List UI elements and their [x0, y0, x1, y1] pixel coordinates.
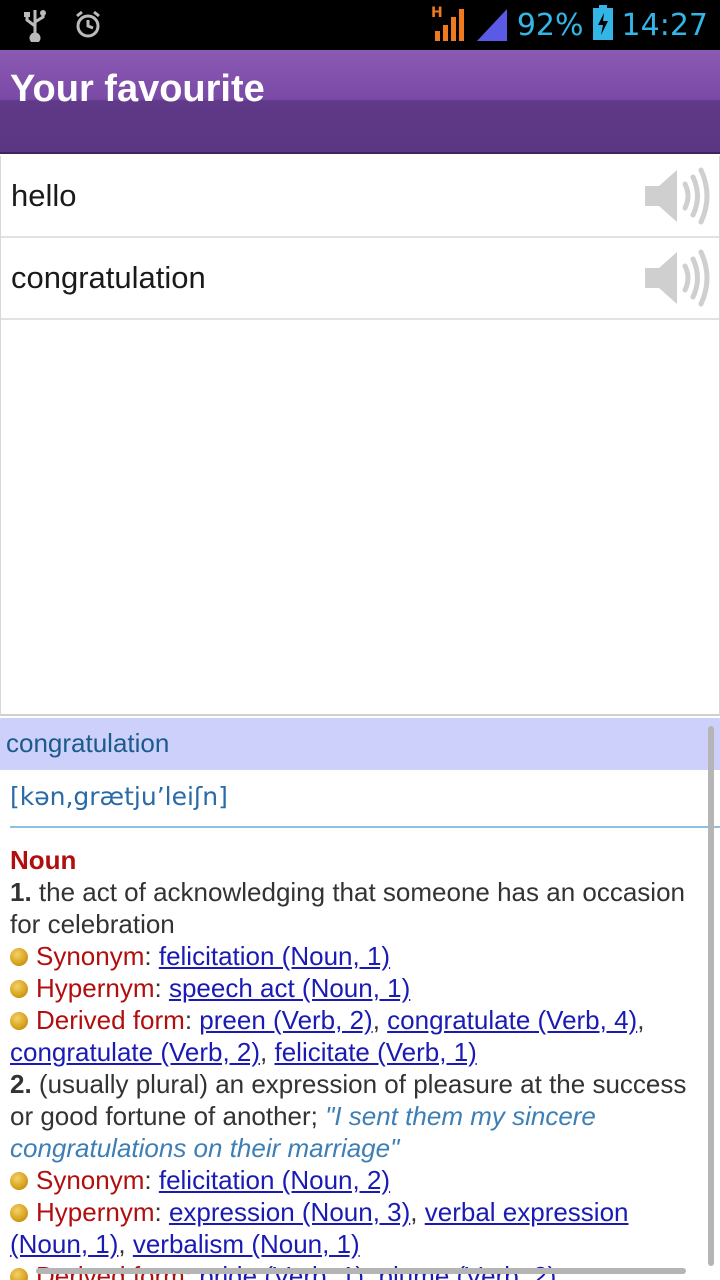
page-title: Your favourite: [10, 68, 265, 110]
battery-charging-icon: [592, 5, 614, 45]
headword-band: congratulation: [0, 718, 720, 770]
definition-panel[interactable]: congratulation [kən,grætju’leiʃn] Noun 1…: [0, 718, 720, 1280]
derived-link[interactable]: congratulate (Verb, 2): [10, 1037, 260, 1067]
bullet-icon: [10, 1172, 28, 1190]
part-of-speech: Noun: [10, 845, 77, 875]
bullet-icon: [10, 980, 28, 998]
favourite-word: hello: [11, 178, 77, 213]
hypernym-line: Hypernym: expression (Noun, 3), verbal e…: [10, 1197, 629, 1259]
synonym-label: Synonym: [36, 941, 145, 971]
hypernym-line: Hypernym: speech act (Noun, 1): [10, 972, 710, 1004]
derived-link[interactable]: felicitate (Verb, 1): [275, 1037, 477, 1067]
bullet-icon: [10, 948, 28, 966]
horizontal-scrollbar[interactable]: [36, 1268, 686, 1274]
usb-icon: [22, 8, 48, 46]
bullet-icon: [10, 1204, 28, 1222]
bullet-icon: [10, 1268, 28, 1280]
battery-percent: 92%: [516, 7, 584, 43]
network-h-icon: H: [431, 3, 467, 47]
synonym-link[interactable]: felicitation (Noun, 2): [159, 1165, 390, 1195]
derived-link[interactable]: preen (Verb, 2): [199, 1005, 372, 1035]
speaker-icon[interactable]: [643, 248, 713, 308]
hypernym-link[interactable]: expression (Noun, 3): [169, 1197, 410, 1227]
speaker-icon[interactable]: [643, 166, 713, 226]
synonym-line: Synonym: felicitation (Noun, 2): [10, 1164, 710, 1196]
signal-icon: [475, 3, 509, 47]
derived-link[interactable]: congratulate (Verb, 4): [387, 1005, 637, 1035]
sense-number: 1.: [10, 877, 32, 907]
sense-number: 2.: [10, 1069, 32, 1099]
action-bar: Your favourite: [0, 50, 720, 154]
sense-text: the act of acknowledging that someone ha…: [10, 877, 686, 939]
synonym-line: Synonym: felicitation (Noun, 1): [10, 940, 710, 972]
hypernym-link[interactable]: verbalism (Noun, 1): [133, 1229, 360, 1259]
vertical-scrollbar[interactable]: [708, 726, 714, 1266]
favourite-word: congratulation: [11, 260, 206, 295]
phonetic: [kən,grætju’leiʃn]: [10, 770, 720, 828]
derived-label: Derived form: [36, 1005, 185, 1035]
sense: 2. (usually plural) an expression of ple…: [10, 1068, 710, 1164]
synonym-link[interactable]: felicitation (Noun, 1): [159, 941, 390, 971]
derived-line: Derived form: preen (Verb, 2), congratul…: [10, 1005, 645, 1067]
favourites-list: hello congratulation: [0, 156, 720, 716]
alarm-icon: [74, 10, 102, 44]
clock: 14:27: [621, 7, 708, 43]
hypernym-link[interactable]: speech act (Noun, 1): [169, 973, 410, 1003]
hypernym-label: Hypernym: [36, 1197, 155, 1227]
sense: 1. the act of acknowledging that someone…: [10, 876, 710, 940]
definition-body: Noun 1. the act of acknowledging that so…: [0, 828, 720, 1280]
svg-text:H: H: [431, 5, 443, 21]
status-bar: H 92% 14:27: [0, 0, 720, 50]
bullet-icon: [10, 1012, 28, 1030]
list-item[interactable]: hello: [1, 156, 719, 238]
synonym-label: Synonym: [36, 1165, 145, 1195]
headword: congratulation: [6, 728, 170, 758]
list-item[interactable]: congratulation: [1, 238, 719, 320]
hypernym-label: Hypernym: [36, 973, 155, 1003]
